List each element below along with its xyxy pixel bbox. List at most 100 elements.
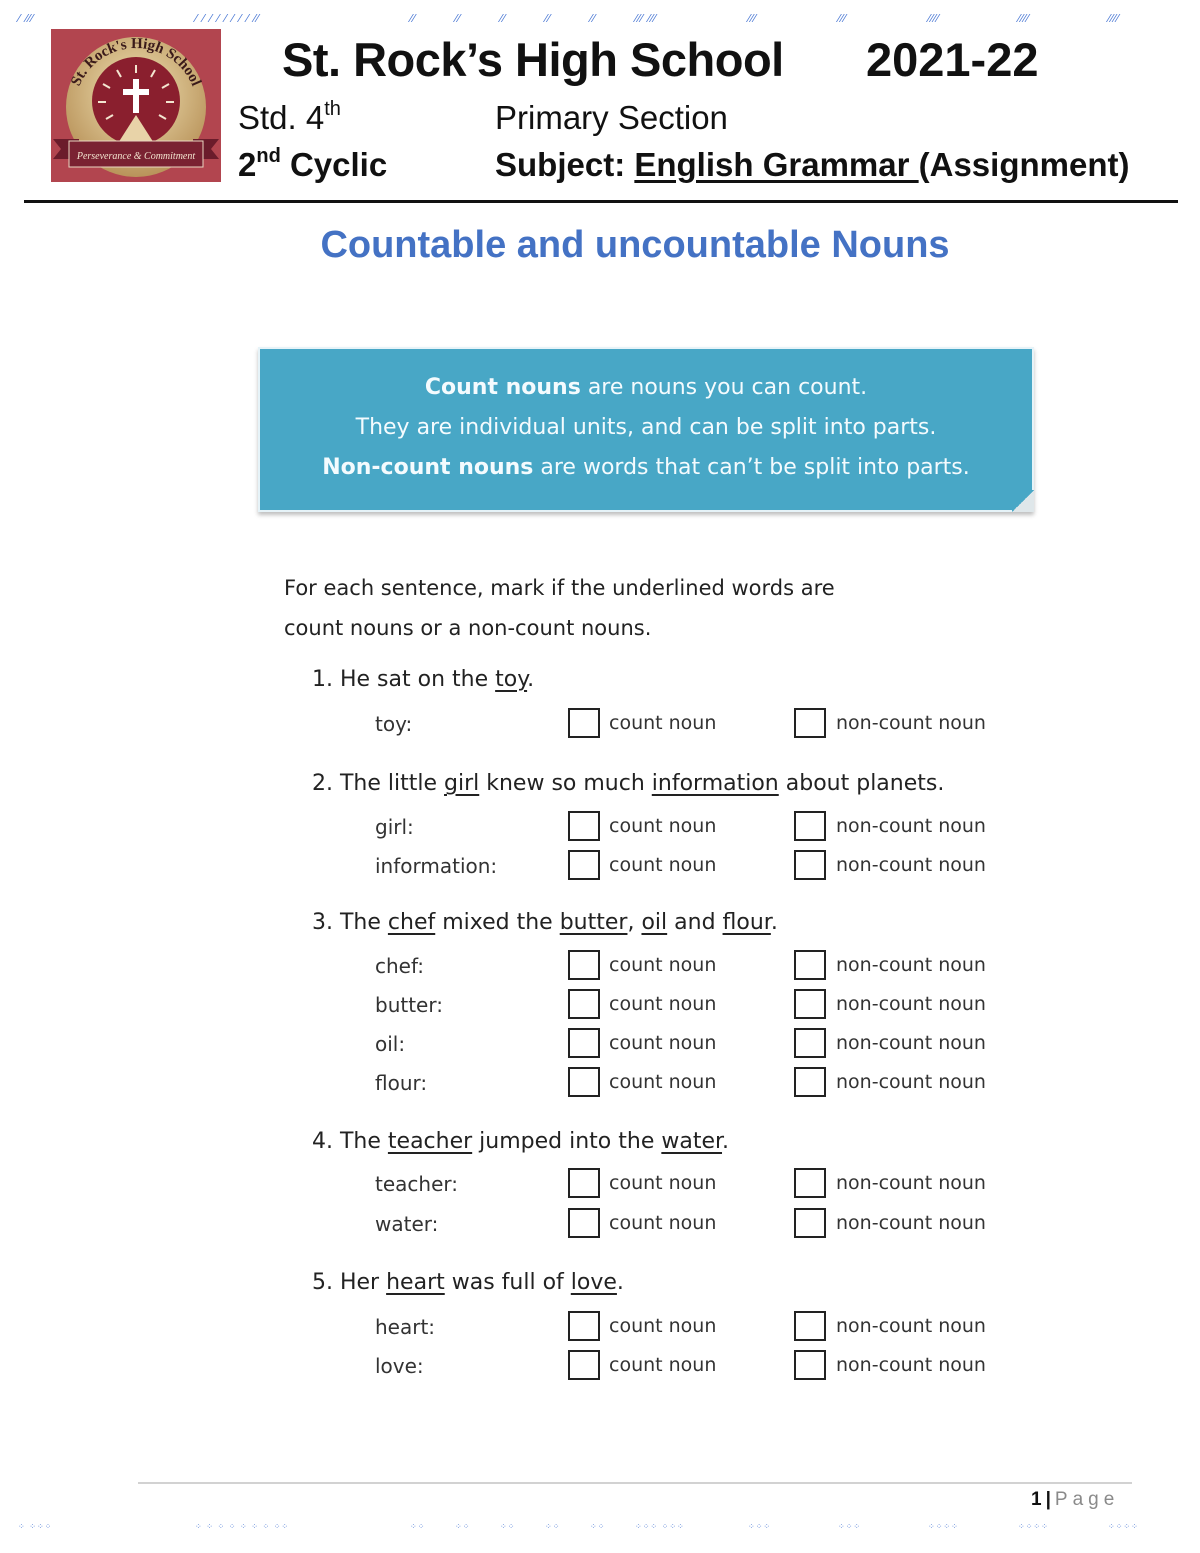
- underlined-noun: love: [570, 1270, 617, 1295]
- non-count-noun-option-label: non-count noun: [836, 993, 986, 1015]
- non-count-noun-checkbox[interactable]: [794, 950, 826, 980]
- count-noun-checkbox[interactable]: [568, 1311, 600, 1341]
- non-count-noun-checkbox[interactable]: [794, 1067, 826, 1097]
- non-count-noun-option-label: non-count noun: [836, 1071, 986, 1093]
- underlined-noun: information: [651, 771, 779, 796]
- non-count-noun-checkbox[interactable]: [794, 811, 826, 841]
- non-count-noun-option-label: non-count noun: [836, 854, 986, 876]
- noun-label: toy:: [375, 712, 413, 736]
- count-noun-option-label: count noun: [609, 1212, 717, 1234]
- count-noun-checkbox[interactable]: [568, 1350, 600, 1380]
- count-noun-checkbox[interactable]: [568, 1168, 600, 1198]
- page-heading: Countable and uncountable Nouns: [320, 224, 950, 266]
- count-noun-option-label: count noun: [609, 1354, 717, 1376]
- sentence-text: 3. The: [312, 910, 388, 935]
- answer-row: chef: count noun non-count noun: [0, 950, 1200, 984]
- non-count-noun-option-label: non-count noun: [836, 1354, 986, 1376]
- svg-text:Perseverance & Commitment: Perseverance & Commitment: [76, 151, 196, 162]
- noun-label: information:: [375, 854, 498, 878]
- section-label: Primary Section: [495, 99, 728, 136]
- sentence-text: .: [527, 667, 535, 692]
- noun-label: heart:: [375, 1315, 436, 1339]
- school-name: St. Rock’s High School: [282, 33, 784, 86]
- noun-label: chef:: [375, 954, 425, 978]
- answer-row: heart: count noun non-count noun: [0, 1311, 1200, 1345]
- count-noun-checkbox[interactable]: [568, 989, 600, 1019]
- answer-row: flour: count noun non-count noun: [0, 1067, 1200, 1101]
- non-count-noun-checkbox[interactable]: [794, 708, 826, 738]
- count-noun-option-label: count noun: [609, 815, 717, 837]
- answer-row: butter: count noun non-count noun: [0, 989, 1200, 1023]
- noun-label: water:: [375, 1212, 439, 1236]
- sentence-text: mixed the: [435, 910, 560, 935]
- noun-label: butter:: [375, 993, 443, 1017]
- sentence-text: 1. He sat on the: [312, 667, 496, 692]
- count-noun-option-label: count noun: [609, 954, 717, 976]
- answer-row: girl: count noun non-count noun: [0, 811, 1200, 845]
- answer-row: water: count noun non-count noun: [0, 1208, 1200, 1242]
- count-noun-checkbox[interactable]: [568, 708, 600, 738]
- answer-row: toy: count noun non-count noun: [0, 708, 1200, 742]
- count-noun-option-label: count noun: [609, 1315, 717, 1337]
- non-count-noun-option-label: non-count noun: [836, 1032, 986, 1054]
- question-sentence: 1. He sat on the toy.: [312, 667, 534, 692]
- underlined-noun: water: [661, 1129, 723, 1154]
- underlined-noun: butter: [559, 910, 628, 935]
- count-noun-checkbox[interactable]: [568, 850, 600, 880]
- sentence-text: 2. The little: [312, 771, 445, 796]
- non-count-noun-checkbox[interactable]: [794, 1350, 826, 1380]
- standard-label: Std. 4th: [238, 98, 341, 136]
- footer-divider: [138, 1482, 1132, 1484]
- definition-box: Count nouns are nouns you can count. The…: [258, 347, 1034, 512]
- sentence-text: .: [770, 910, 778, 935]
- count-noun-option-label: count noun: [609, 1032, 717, 1054]
- school-crest-icon: St. Rock's High School Perseverance & Co…: [53, 36, 219, 177]
- noun-label: girl:: [375, 815, 414, 839]
- non-count-noun-option-label: non-count noun: [836, 1172, 986, 1194]
- answer-row: teacher: count noun non-count noun: [0, 1168, 1200, 1202]
- noun-label: love:: [375, 1354, 424, 1378]
- non-count-noun-option-label: non-count noun: [836, 1315, 986, 1337]
- academic-year: 2021-22: [866, 33, 1039, 86]
- instructions: For each sentence, mark if the underline…: [284, 576, 835, 640]
- definition-line-1: Count nouns are nouns you can count.: [424, 375, 868, 400]
- underlined-noun: heart: [386, 1270, 445, 1295]
- count-noun-option-label: count noun: [609, 1071, 717, 1093]
- question-sentence: 3. The chef mixed the butter, oil and fl…: [312, 910, 778, 935]
- count-noun-checkbox[interactable]: [568, 1208, 600, 1238]
- count-noun-option-label: count noun: [609, 1172, 717, 1194]
- school-logo: St. Rock's High School Perseverance & Co…: [51, 29, 221, 182]
- sentence-text: ,: [627, 910, 642, 935]
- count-noun-checkbox[interactable]: [568, 950, 600, 980]
- sentence-text: was full of: [444, 1270, 571, 1295]
- non-count-noun-checkbox[interactable]: [794, 1311, 826, 1341]
- sentence-text: 5. Her: [312, 1270, 387, 1295]
- sentence-text: about planets.: [778, 771, 945, 796]
- page-curl-decoration: [1012, 490, 1034, 512]
- sentence-text: knew so much: [479, 771, 652, 796]
- non-count-noun-checkbox[interactable]: [794, 1208, 826, 1238]
- question-sentence: 4. The teacher jumped into the water.: [312, 1129, 729, 1154]
- non-count-noun-checkbox[interactable]: [794, 850, 826, 880]
- header-divider: [24, 200, 1178, 203]
- non-count-noun-option-label: non-count noun: [836, 712, 986, 734]
- top-decorative-marks: ⁄ ⁄⁄⁄ ⁄ ⁄ ⁄ ⁄ ⁄ ⁄ ⁄ ⁄ ⁄⁄ ⁄⁄ ⁄⁄ ⁄⁄ ⁄⁄ ⁄⁄ ⁄⁄⁄ …: [18, 12, 1120, 25]
- answer-row: information: count noun non-count noun: [0, 850, 1200, 884]
- count-noun-checkbox[interactable]: [568, 1067, 600, 1097]
- non-count-noun-checkbox[interactable]: [794, 989, 826, 1019]
- count-noun-checkbox[interactable]: [568, 811, 600, 841]
- cyclic-label: 2nd Cyclic: [238, 145, 388, 183]
- bottom-decorative-marks: ⁘ ⁘⁘⁘ ⁘ ⁘ ⁘ ⁘ ⁘ ⁘ ⁘ ⁘⁘ ⁘⁘ ⁘⁘ ⁘⁘ ⁘⁘ ⁘⁘ ⁘⁘⁘ ⁘⁘…: [18, 1522, 1139, 1531]
- non-count-noun-checkbox[interactable]: [794, 1028, 826, 1058]
- noun-label: flour:: [375, 1071, 428, 1095]
- underlined-noun: flour: [722, 910, 771, 935]
- sentence-text: 4. The: [312, 1129, 388, 1154]
- page-number: 1 | Page: [1031, 1489, 1120, 1510]
- non-count-noun-checkbox[interactable]: [794, 1168, 826, 1198]
- underlined-noun: girl: [444, 771, 480, 796]
- non-count-noun-option-label: non-count noun: [836, 954, 986, 976]
- count-noun-checkbox[interactable]: [568, 1028, 600, 1058]
- non-count-noun-option-label: non-count noun: [836, 815, 986, 837]
- non-count-noun-option-label: non-count noun: [836, 1212, 986, 1234]
- sentence-text: jumped into the: [472, 1129, 662, 1154]
